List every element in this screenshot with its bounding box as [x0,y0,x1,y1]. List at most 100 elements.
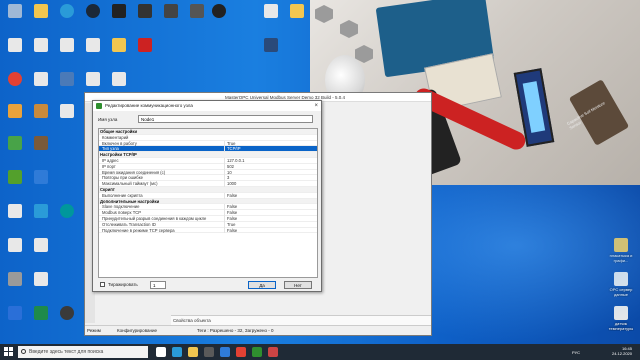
desktop-icon[interactable] [54,104,80,119]
node-name-label: Имя узла [98,117,118,122]
ok-button[interactable]: Да [248,281,276,289]
app-icon[interactable] [252,347,262,357]
edge-icon[interactable] [172,347,182,357]
task-view-icon[interactable] [156,347,166,357]
status-bar: Режим Конфигурирование Теги : Разрешено … [85,325,431,335]
node-name-input[interactable]: Node1 [138,115,313,123]
dialog-titlebar: Редактирование коммуникационного узла × [93,101,321,111]
desktop-icon[interactable] [54,306,80,321]
desktop-icon[interactable] [2,238,28,253]
desktop-icon[interactable] [2,38,28,53]
dialog-footer: Тиражировать 1 Да Нет [98,281,318,290]
desktop-icon[interactable] [2,104,28,119]
language-indicator[interactable]: РУС [572,350,580,355]
printer-icon [8,272,22,286]
desktop-icon[interactable] [28,238,54,253]
document-icon [86,38,100,52]
desktop-icon[interactable] [258,4,284,19]
desktop-icon[interactable]: датчик температуры [608,306,634,331]
avatar-icon [34,136,48,150]
desktop-icon[interactable] [28,4,54,19]
system-tray[interactable]: РУС 16:45 24.12.2020 [572,346,632,358]
document-icon [34,238,48,252]
document-icon [86,72,100,86]
search-icon [21,349,26,354]
chrome-icon[interactable] [236,347,246,357]
status-tags: Теги : Разрешено - 32, Загружено - 0 [197,328,274,333]
desktop-icon[interactable] [28,204,54,219]
desktop-icon[interactable] [2,204,28,219]
file-explorer-icon[interactable] [188,347,198,357]
taskbar-search-input[interactable]: Введите здесь текст для поиска [18,346,148,358]
soil-sensor [568,79,630,146]
desktop-icon[interactable] [2,136,28,151]
desktop-icon[interactable] [54,204,80,219]
windows-start-icon[interactable] [4,347,14,357]
replicate-count-stepper[interactable]: 1 [150,281,166,289]
desktop-icon[interactable] [2,170,28,185]
desktop-icon[interactable] [80,38,106,53]
status-config: Конфигурирование [117,328,158,333]
desktop-icon[interactable] [206,4,232,19]
app-icon[interactable] [268,347,278,357]
store-icon[interactable] [204,347,214,357]
taskbar: Введите здесь текст для поиска РУС 16:45… [0,344,640,360]
property-row[interactable]: Подключение в режиме TCP сервера False [99,227,317,234]
hexagon-shape [315,5,333,23]
desktop-icon[interactable] [2,72,28,87]
edge-icon [60,4,74,18]
replicate-checkbox[interactable] [100,282,105,287]
desktop-icon[interactable] [106,72,132,87]
app-icon [8,306,22,320]
node-name-row: Имя узла Node1 [98,115,313,124]
desktop-icon[interactable]: плакатыка и графи... [608,238,634,263]
app-icon [34,170,48,184]
desktop-icon[interactable] [106,4,132,19]
folder-icon [614,238,628,252]
desktop-icon[interactable] [132,4,158,19]
edit-node-dialog[interactable]: Редактирование коммуникационного узла × … [92,100,322,292]
document-icon [614,306,628,320]
app-icon [96,103,102,109]
property-grid[interactable]: Общие настройки Комментарий Включен в рабо… [98,128,318,278]
desktop-icon[interactable] [284,4,310,19]
folder-icon [112,38,126,52]
desktop-icon[interactable] [54,72,80,87]
document-icon [614,272,628,286]
mail-icon[interactable] [220,347,230,357]
document-icon [34,38,48,52]
desktop-icon[interactable] [2,272,28,287]
property-value[interactable]: False [224,227,317,234]
desktop-icon[interactable] [2,4,28,19]
desktop-icon[interactable] [28,306,54,321]
arduino-icon [60,204,74,218]
desktop-icon[interactable]: ОРС сервер данные [608,272,634,297]
app-icon [138,38,152,52]
desktop-icon[interactable] [54,4,80,19]
desktop-icon[interactable] [2,306,28,321]
steam-icon [86,4,100,18]
app-icon [264,38,278,52]
desktop-icon[interactable] [28,104,54,119]
desktop-icon[interactable] [132,38,158,53]
desktop-icon[interactable] [28,170,54,185]
desktop-icon[interactable] [80,72,106,87]
desktop-icon-label: ОРС сервер данные [609,287,633,297]
desktop-icon[interactable] [158,4,184,19]
cancel-button[interactable]: Нет [284,281,312,289]
desktop-icon[interactable] [106,38,132,53]
desktop-icon[interactable] [80,4,106,19]
desktop-icon[interactable] [54,38,80,53]
desktop-icon[interactable] [28,38,54,53]
app-icon [164,4,178,18]
folder-icon [290,4,304,18]
desktop-icon[interactable] [28,272,54,287]
app-icon [190,4,204,18]
desktop-icon[interactable] [258,38,284,53]
desktop-icon[interactable] [28,136,54,151]
desktop-icon-label: датчик температуры [608,321,634,331]
status-mode: Режим [87,328,101,333]
close-icon[interactable]: × [314,101,318,111]
dialog-title: Редактирование коммуникационного узла [105,103,193,108]
desktop-icon[interactable] [28,72,54,87]
